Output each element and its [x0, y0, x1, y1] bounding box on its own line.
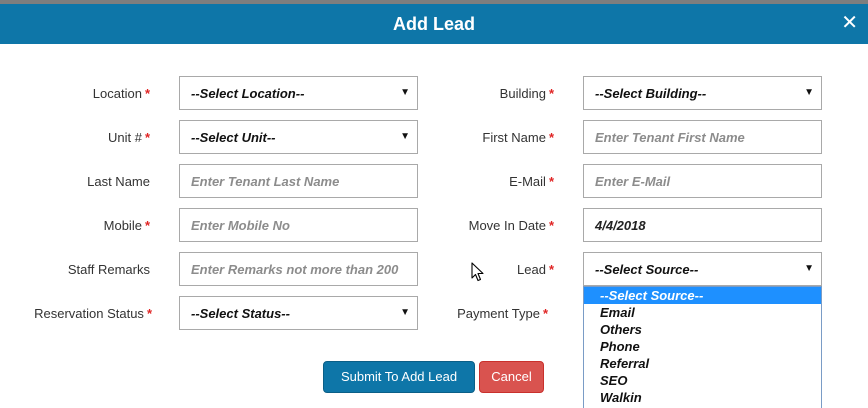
modal-header: Add Lead ✕: [0, 4, 868, 44]
move-in-date-input[interactable]: 4/4/2018: [583, 208, 822, 242]
lead-option[interactable]: Others: [584, 321, 821, 338]
dropdown-arrow-icon: ▼: [400, 307, 410, 318]
reservation-status-select[interactable]: --Select Status-- ▼: [179, 296, 418, 330]
dropdown-arrow-icon: ▼: [804, 87, 814, 98]
dropdown-arrow-icon: ▼: [400, 87, 410, 98]
mobile-input[interactable]: Enter Mobile No: [179, 208, 418, 242]
last-name-label: Last Name: [87, 174, 150, 189]
lead-option[interactable]: Walkin: [584, 389, 821, 406]
mobile-label: Mobile *: [103, 218, 150, 233]
lead-option[interactable]: Email: [584, 304, 821, 321]
location-label: Location *: [92, 86, 150, 101]
email-label: E-Mail *: [509, 174, 554, 189]
submit-button[interactable]: Submit To Add Lead: [323, 361, 475, 393]
staff-remarks-input[interactable]: Enter Remarks not more than 200: [179, 252, 418, 286]
lead-option[interactable]: SEO: [584, 372, 821, 389]
lead-option[interactable]: --Select Source--: [584, 287, 821, 304]
building-label: Building *: [499, 86, 554, 101]
building-select[interactable]: --Select Building-- ▼: [583, 76, 822, 110]
first-name-input[interactable]: Enter Tenant First Name: [583, 120, 822, 154]
dropdown-arrow-icon: ▼: [400, 131, 410, 142]
staff-remarks-label: Staff Remarks: [67, 262, 150, 277]
cancel-button[interactable]: Cancel: [479, 361, 544, 393]
unit-label: Unit # *: [107, 130, 150, 145]
modal-title: Add Lead: [392, 14, 475, 34]
lead-option[interactable]: Referral: [584, 355, 821, 372]
unit-select[interactable]: --Select Unit-- ▼: [179, 120, 418, 154]
reservation-status-label: Reservation Status *: [34, 306, 152, 321]
mouse-cursor-icon: [471, 262, 484, 282]
email-input[interactable]: Enter E-Mail: [583, 164, 822, 198]
first-name-label: First Name *: [482, 130, 554, 145]
close-icon[interactable]: ✕: [841, 13, 858, 33]
lead-option[interactable]: Phone: [584, 338, 821, 355]
lead-label: Lead *: [517, 262, 554, 277]
payment-type-label: Payment Type *: [457, 306, 548, 321]
location-select[interactable]: --Select Location-- ▼: [179, 76, 418, 110]
lead-select[interactable]: --Select Source-- ▼: [583, 252, 822, 286]
last-name-input[interactable]: Enter Tenant Last Name: [179, 164, 418, 198]
lead-dropdown-list[interactable]: --Select Source-- Email Others Phone Ref…: [583, 286, 822, 408]
dropdown-arrow-icon: ▼: [804, 263, 814, 274]
move-in-date-label: Move In Date *: [468, 218, 554, 233]
